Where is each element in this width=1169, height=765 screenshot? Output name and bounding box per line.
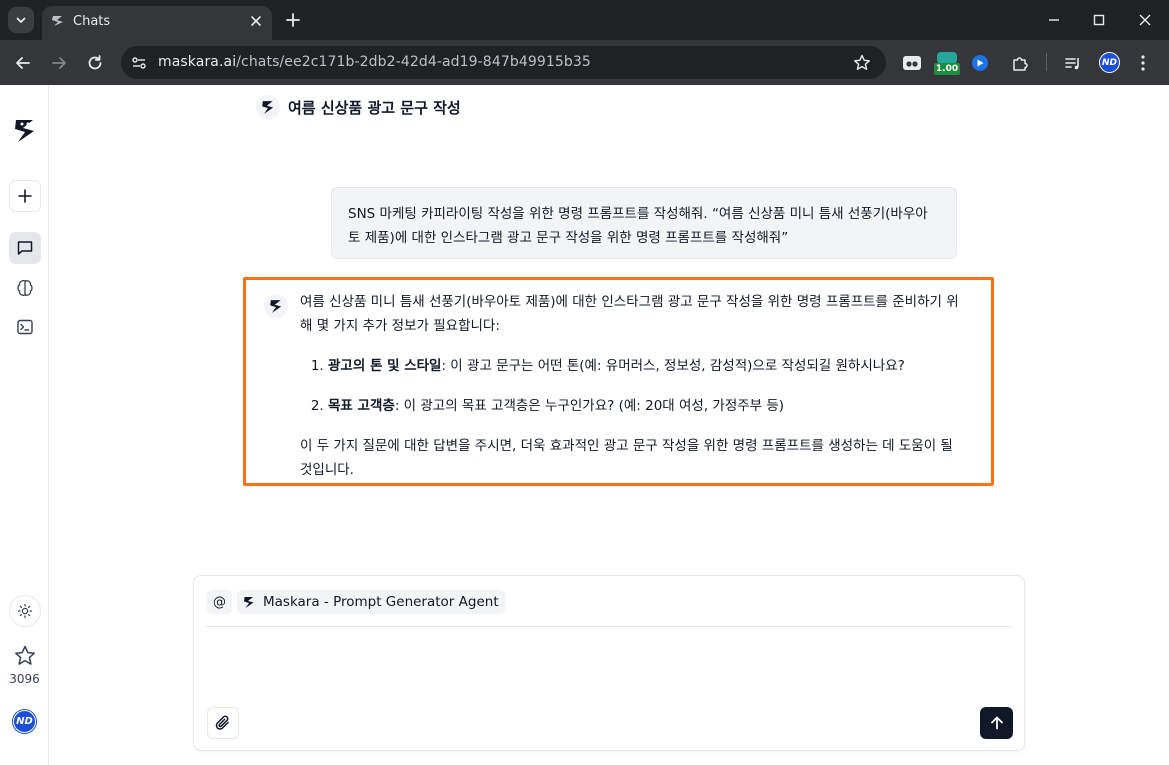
chevron-down-icon	[16, 17, 26, 23]
maskara-logo-icon	[262, 100, 274, 114]
sidebar-item-prompts[interactable]	[9, 311, 41, 343]
new-tab-plus-icon[interactable]	[283, 10, 303, 30]
app-sidebar: 3096 ND	[0, 85, 49, 765]
plus-icon	[18, 189, 32, 203]
maximize-icon[interactable]	[1089, 10, 1109, 30]
extension-badge-text: 1.00	[934, 63, 960, 75]
star-count: 3096	[9, 672, 40, 686]
agent-selector-chip[interactable]: Maskara - Prompt Generator Agent	[237, 590, 505, 614]
composer-divider	[206, 626, 1012, 627]
chat-header: 여름 신상품 광고 문구 작성	[256, 94, 461, 120]
user-avatar[interactable]: ND	[13, 710, 36, 733]
question-label: 목표 고객층	[328, 398, 395, 414]
toolbar-separator	[1046, 53, 1047, 71]
address-bar[interactable]: maskara.ai/chats/ee2c171b-2db2-42d4-ad19…	[121, 46, 886, 79]
site-settings-icon[interactable]	[130, 54, 148, 72]
arrow-up-icon	[990, 716, 1003, 730]
assistant-avatar	[264, 294, 288, 318]
chat-title: 여름 신상품 광고 문구 작성	[288, 98, 461, 117]
terminal-icon	[17, 319, 33, 335]
tab-title: Chats	[73, 14, 111, 29]
extension-counter[interactable]: 1.00	[934, 50, 960, 76]
agent-avatar	[256, 95, 280, 119]
assistant-message: 여름 신상품 미니 틈새 선풍기(바우아토 제품)에 대한 인스타그램 광고 문…	[300, 290, 960, 482]
extensions-puzzle-icon[interactable]	[1009, 52, 1031, 74]
maskara-logo-icon[interactable]	[13, 118, 37, 144]
theme-toggle-button[interactable]	[9, 595, 41, 627]
back-arrow-icon[interactable]	[12, 52, 34, 74]
assistant-question-list: 광고의 톤 및 스타일: 이 광고 문구는 어떤 톤(예: 유머러스, 정보성,…	[300, 354, 960, 418]
attach-button[interactable]	[207, 707, 239, 739]
assistant-intro: 여름 신상품 미니 틈새 선풍기(바우아토 제품)에 대한 인스타그램 광고 문…	[300, 294, 959, 334]
minimize-icon[interactable]	[1044, 10, 1064, 30]
list-item: 목표 고객층: 이 광고의 목표 고객층은 누구인가요? (예: 20대 여성,…	[328, 394, 960, 418]
question-label: 광고의 톤 및 스타일	[328, 358, 442, 374]
window-close-icon[interactable]	[1135, 10, 1155, 30]
new-chat-button[interactable]	[9, 180, 41, 212]
tab-search-button[interactable]	[8, 7, 34, 33]
media-queue-icon[interactable]	[1062, 52, 1084, 74]
sidebar-item-chats[interactable]	[9, 232, 41, 264]
message-composer: @ Maskara - Prompt Generator Agent	[193, 575, 1025, 751]
question-text: : 이 광고 문구는 어떤 톤(예: 유머러스, 정보성, 감성적)으로 작성되…	[441, 358, 905, 374]
extension-glasses-icon[interactable]	[901, 52, 923, 74]
chat-bubble-icon	[17, 241, 33, 255]
browser-profile-avatar[interactable]: ND	[1099, 52, 1120, 73]
bookmark-star-icon[interactable]	[852, 53, 872, 73]
sun-icon	[17, 603, 33, 619]
maskara-favicon-icon	[52, 16, 63, 26]
browser-toolbar: maskara.ai/chats/ee2c171b-2db2-42d4-ad19…	[0, 40, 1169, 85]
more-vertical-icon[interactable]	[1132, 52, 1154, 74]
send-button[interactable]	[980, 707, 1013, 739]
question-text: : 이 광고의 목표 고객층은 누구인가요? (예: 20대 여성, 가정주부 …	[394, 398, 785, 414]
brain-icon	[17, 280, 33, 296]
extension-play-icon[interactable]	[969, 52, 991, 74]
url-text: maskara.ai/chats/ee2c171b-2db2-42d4-ad19…	[158, 54, 591, 70]
close-icon[interactable]	[248, 13, 264, 29]
list-item: 광고의 톤 및 스타일: 이 광고 문구는 어떤 톤(예: 유머러스, 정보성,…	[328, 354, 960, 378]
browser-tab-active[interactable]: Chats	[42, 6, 272, 40]
browser-tab-bar: Chats	[0, 0, 1169, 40]
sidebar-item-agents[interactable]	[9, 272, 41, 304]
url-path: /chats/ee2c171b-2db2-42d4-ad19-847b49915…	[236, 54, 591, 70]
message-input[interactable]	[206, 634, 1012, 700]
maskara-logo-icon	[244, 596, 254, 608]
forward-arrow-icon[interactable]	[48, 52, 70, 74]
agent-name: Maskara - Prompt Generator Agent	[263, 594, 499, 610]
assistant-outro: 이 두 가지 질문에 대한 답변을 주시면, 더욱 효과적인 광고 문구 작성을…	[300, 438, 953, 478]
mention-button[interactable]: @	[207, 590, 232, 614]
url-host: maskara.ai	[158, 54, 237, 70]
star-icon[interactable]	[13, 644, 37, 668]
paperclip-icon	[215, 715, 229, 730]
user-message: SNS 마케팅 카피라이팅 작성을 위한 명령 프롬프트를 작성해줘. “여름 …	[331, 187, 957, 259]
maskara-logo-icon	[270, 299, 282, 313]
reload-icon[interactable]	[84, 52, 106, 74]
